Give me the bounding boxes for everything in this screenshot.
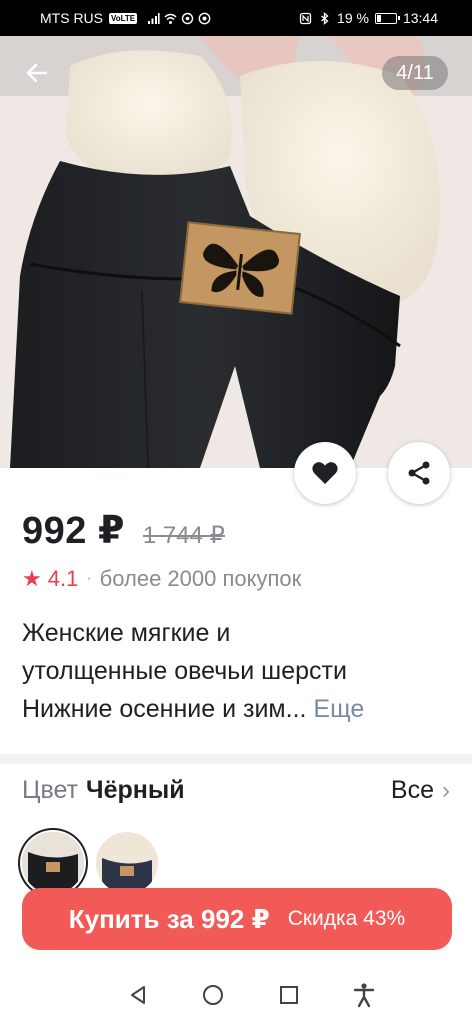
title-line: утолщенные овечьи шерсти: [22, 657, 347, 685]
arrow-left-icon: [26, 63, 48, 83]
triangle-back-icon: [130, 986, 145, 1004]
color-value: Чёрный: [86, 776, 185, 804]
color-selector-header: Цвет Чёрный Все ›: [22, 776, 450, 805]
volte-badge: VoLTE: [109, 12, 138, 24]
swatch-navy[interactable]: [96, 832, 158, 894]
color-label: Цвет: [22, 776, 79, 804]
nav-back-button[interactable]: [118, 975, 158, 1015]
product-image[interactable]: [0, 36, 472, 468]
nav-home-button[interactable]: [193, 975, 233, 1015]
status-bar: MTS RUS VoLTE 19 % 13:44: [0, 0, 472, 36]
color-swatches: [22, 832, 158, 894]
clock: 13:44: [402, 10, 438, 26]
bluetooth-icon: [321, 11, 329, 25]
accessibility-icon: [354, 983, 375, 1008]
whatsapp-icon: [181, 12, 194, 24]
rating-separator: ·: [86, 570, 92, 587]
old-price: 1 744 ₽: [142, 522, 225, 549]
favorite-button[interactable]: [294, 442, 356, 504]
star-icon: ★: [22, 566, 42, 591]
wifi-icon: [164, 13, 177, 24]
rating-value: 4.1: [47, 566, 79, 591]
nfc-icon: [299, 12, 312, 24]
product-title: Женские мягкие и утолщенные овечьи шерст…: [22, 614, 452, 728]
swatch-navy-thumb: [96, 832, 158, 894]
swatch-black-thumb: [22, 832, 84, 894]
swatch-black[interactable]: [22, 832, 84, 894]
battery-percent: 19 %: [337, 10, 369, 26]
heart-icon: [312, 462, 338, 484]
square-recents-icon: [279, 986, 298, 1004]
nav-recents-button[interactable]: [269, 975, 309, 1015]
chevron-right-icon: ›: [442, 776, 450, 804]
discount-label: Скидка 43%: [287, 907, 406, 930]
accessibility-button[interactable]: [344, 975, 384, 1015]
purchases-count: более 2000 покупок: [99, 566, 302, 591]
share-icon: [408, 461, 430, 485]
rating-row[interactable]: ★ 4.1 · более 2000 покупок: [22, 566, 301, 592]
title-line-text: Нижние осенние и зим...: [22, 695, 307, 723]
carrier-name: MTS RUS: [40, 10, 103, 26]
title-line: Женские мягкие и: [22, 619, 231, 647]
product-photo: [0, 36, 472, 468]
all-colors-label: Все: [390, 776, 434, 804]
price-row: 992 ₽ 1 744 ₽: [22, 508, 225, 553]
all-colors-link[interactable]: Все ›: [391, 776, 450, 805]
chrome-icon: [198, 12, 211, 24]
title-line-last: Нижние осенние и зим... Еще: [22, 690, 452, 728]
gallery-counter: 4/11: [382, 56, 448, 90]
buy-label: Купить за 992 ₽: [68, 903, 270, 934]
read-more-link[interactable]: Еще: [313, 695, 364, 723]
battery-icon: [374, 12, 400, 24]
buy-button[interactable]: Купить за 992 ₽ Скидка 43%: [22, 888, 452, 950]
signal-icon: [148, 12, 160, 24]
section-divider: [0, 754, 472, 764]
circle-home-icon: [203, 985, 224, 1005]
current-price: 992 ₽: [22, 510, 125, 552]
system-navigation-bar: [0, 966, 472, 1024]
share-button[interactable]: [388, 442, 450, 504]
back-button[interactable]: [16, 52, 58, 94]
